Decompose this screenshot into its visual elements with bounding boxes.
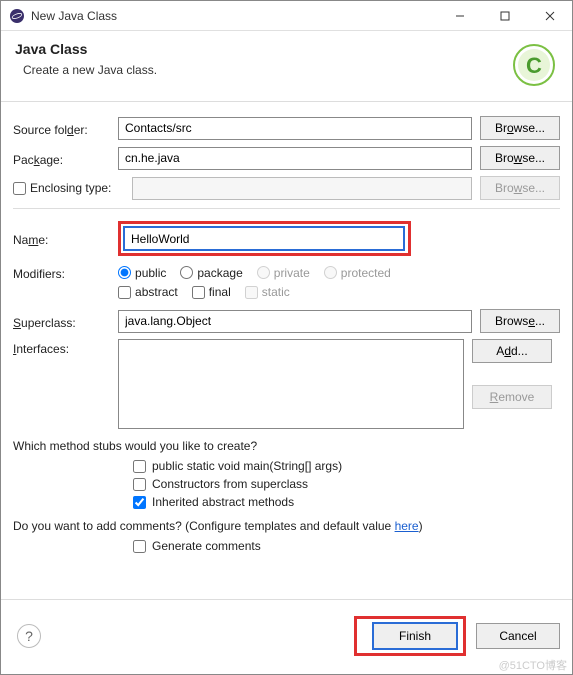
comments-question: Do you want to add comments? (Configure … bbox=[13, 519, 560, 533]
source-folder-label: Source folder: bbox=[13, 120, 118, 137]
enclosing-type-checkbox[interactable]: Enclosing type: bbox=[13, 181, 118, 195]
configure-here-link[interactable]: here bbox=[395, 519, 419, 533]
interfaces-add-button[interactable]: Add... bbox=[472, 339, 552, 363]
class-icon: C bbox=[510, 41, 558, 89]
enclosing-type-input bbox=[132, 177, 472, 200]
generate-comments-checkbox[interactable]: Generate comments bbox=[133, 539, 560, 553]
maximize-button[interactable] bbox=[482, 1, 527, 30]
interfaces-remove-button: Remove bbox=[472, 385, 552, 409]
window-title: New Java Class bbox=[31, 9, 437, 23]
stubs-question: Which method stubs would you like to cre… bbox=[13, 439, 560, 453]
modifier-static-checkbox: static bbox=[245, 285, 290, 299]
stub-main-checkbox[interactable]: public static void main(String[] args) bbox=[133, 459, 560, 473]
dialog-new-java-class: New Java Class Java Class Create a new J… bbox=[0, 0, 573, 675]
name-input[interactable] bbox=[124, 227, 404, 250]
modifiers-label: Modifiers: bbox=[13, 264, 118, 281]
form-area: Source folder: Browse... Package: Browse… bbox=[1, 102, 572, 599]
interfaces-label: Interfaces: bbox=[13, 339, 118, 356]
modifier-protected-radio: protected bbox=[324, 266, 391, 280]
enclosing-type-browse-button: Browse... bbox=[480, 176, 560, 200]
dialog-subtitle: Create a new Java class. bbox=[15, 63, 157, 77]
modifier-final-checkbox[interactable]: final bbox=[192, 285, 231, 299]
interfaces-list[interactable] bbox=[118, 339, 464, 429]
package-browse-button[interactable]: Browse... bbox=[480, 146, 560, 170]
help-button[interactable]: ? bbox=[17, 624, 41, 648]
divider bbox=[13, 208, 560, 209]
package-input[interactable] bbox=[118, 147, 472, 170]
titlebar: New Java Class bbox=[1, 1, 572, 31]
name-label: Name: bbox=[13, 230, 118, 247]
modifier-package-radio[interactable]: package bbox=[180, 266, 242, 280]
dialog-header: Java Class Create a new Java class. C bbox=[1, 31, 572, 101]
minimize-button[interactable] bbox=[437, 1, 482, 30]
stub-inherited-checkbox[interactable]: Inherited abstract methods bbox=[133, 495, 560, 509]
modifier-abstract-checkbox[interactable]: abstract bbox=[118, 285, 178, 299]
eclipse-icon bbox=[9, 8, 25, 24]
close-button[interactable] bbox=[527, 1, 572, 30]
modifier-public-radio[interactable]: public bbox=[118, 266, 166, 280]
svg-text:C: C bbox=[526, 53, 542, 78]
superclass-label: Superclass: bbox=[13, 313, 118, 330]
superclass-input[interactable] bbox=[118, 310, 472, 333]
cancel-button[interactable]: Cancel bbox=[476, 623, 560, 649]
dialog-footer: ? Finish Cancel bbox=[1, 599, 572, 674]
modifier-private-radio: private bbox=[257, 266, 310, 280]
source-folder-browse-button[interactable]: Browse... bbox=[480, 116, 560, 140]
stub-constructors-checkbox[interactable]: Constructors from superclass bbox=[133, 477, 560, 491]
superclass-browse-button[interactable]: Browse... bbox=[480, 309, 560, 333]
finish-button[interactable]: Finish bbox=[373, 623, 457, 649]
source-folder-input[interactable] bbox=[118, 117, 472, 140]
watermark: @51CTO博客 bbox=[499, 657, 567, 673]
package-label: Package: bbox=[13, 150, 118, 167]
dialog-title: Java Class bbox=[15, 41, 157, 57]
